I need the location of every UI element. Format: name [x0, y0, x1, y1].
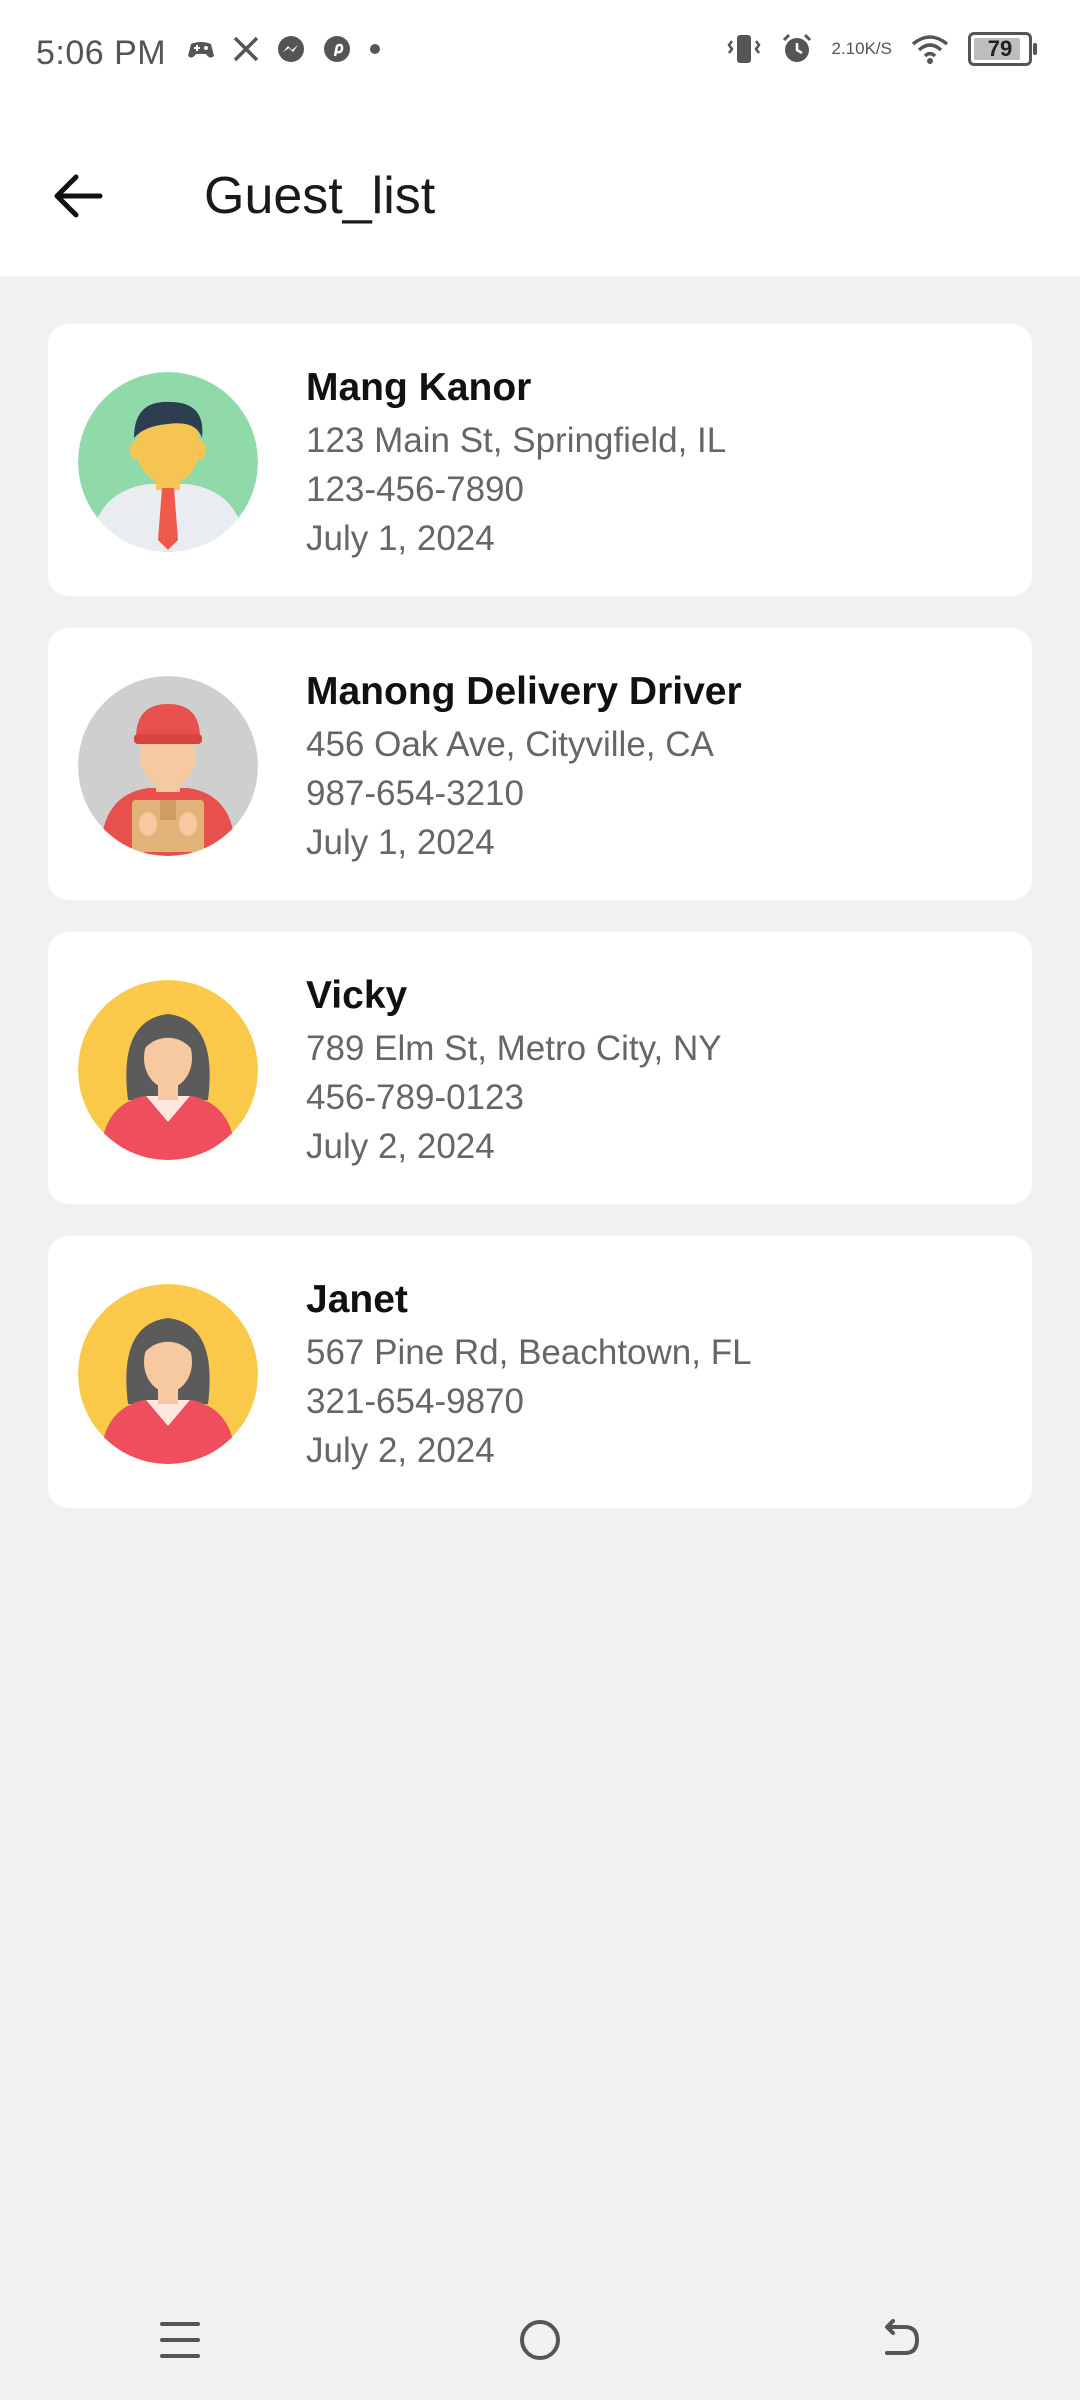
guest-date: July 2, 2024 [306, 1127, 495, 1166]
avatar-delivery-man [78, 676, 258, 856]
home-circle-icon [520, 2320, 560, 2360]
back-icon [885, 2319, 920, 2355]
system-nav-bar [0, 2280, 1080, 2400]
guest-info: Manong Delivery Driver 456 Oak Ave, City… [306, 664, 742, 867]
avatar-man-tie [78, 372, 258, 552]
alarm-icon [780, 32, 814, 66]
guest-card[interactable]: Manong Delivery Driver 456 Oak Ave, City… [48, 628, 1032, 900]
guest-list: Mang Kanor 123 Main St, Springfield, IL … [48, 324, 1032, 1540]
menu-icon [160, 2322, 200, 2358]
net-speed-value: 2.10 [831, 39, 865, 58]
guest-date: July 2, 2024 [306, 1431, 495, 1470]
guest-card[interactable]: Janet 567 Pine Rd, Beachtown, FL 321-654… [48, 1236, 1032, 1508]
guest-phone: 123-456-7890 [306, 470, 524, 509]
guest-name: Mang Kanor [306, 366, 532, 409]
wifi-icon [910, 33, 950, 65]
guest-date: July 1, 2024 [306, 519, 495, 558]
nav-back-button[interactable] [850, 2290, 950, 2390]
recents-button[interactable] [130, 2290, 230, 2390]
guest-phone: 456-789-0123 [306, 1078, 524, 1117]
home-button[interactable] [490, 2290, 590, 2390]
guest-info: Janet 567 Pine Rd, Beachtown, FL 321-654… [306, 1272, 752, 1475]
guest-address: 123 Main St, Springfield, IL [306, 421, 727, 460]
net-speed: 2.10 K/S [832, 40, 893, 58]
guest-info: Mang Kanor 123 Main St, Springfield, IL … [306, 360, 726, 563]
guest-address: 567 Pine Rd, Beachtown, FL [306, 1333, 752, 1372]
status-bar: 5:06 PM 2.10 K/S 79 [0, 0, 1080, 108]
pinterest-icon [322, 34, 352, 64]
guest-phone: 321-654-9870 [306, 1382, 524, 1421]
page-title: Guest_list [204, 167, 436, 225]
game-controller-icon [186, 36, 216, 62]
guest-card[interactable]: Mang Kanor 123 Main St, Springfield, IL … [48, 324, 1032, 596]
guest-name: Manong Delivery Driver [306, 670, 742, 713]
messenger-icon [276, 34, 306, 64]
guest-date: July 1, 2024 [306, 823, 495, 862]
guest-address: 456 Oak Ave, Cityville, CA [306, 725, 714, 764]
arrow-left-icon [54, 174, 103, 218]
vibrate-icon [726, 32, 762, 66]
avatar-woman [78, 1284, 258, 1464]
guest-name: Janet [306, 1278, 408, 1321]
net-speed-unit: K/S [864, 39, 892, 58]
x-icon [232, 35, 260, 63]
guest-phone: 987-654-3210 [306, 774, 524, 813]
guest-name: Vicky [306, 974, 408, 1017]
battery-indicator: 79 [968, 32, 1037, 66]
guest-info: Vicky 789 Elm St, Metro City, NY 456-789… [306, 968, 722, 1171]
guest-card[interactable]: Vicky 789 Elm St, Metro City, NY 456-789… [48, 932, 1032, 1204]
avatar-woman [78, 980, 258, 1160]
battery-level: 79 [987, 36, 1013, 61]
dot-icon [368, 42, 382, 56]
back-button[interactable] [40, 158, 116, 234]
status-time: 5:06 PM [36, 34, 167, 72]
app-bar: Guest_list [0, 108, 1080, 276]
notification-icons [186, 34, 382, 64]
guest-address: 789 Elm St, Metro City, NY [306, 1029, 722, 1068]
system-icons: 2.10 K/S 79 [726, 32, 1037, 66]
